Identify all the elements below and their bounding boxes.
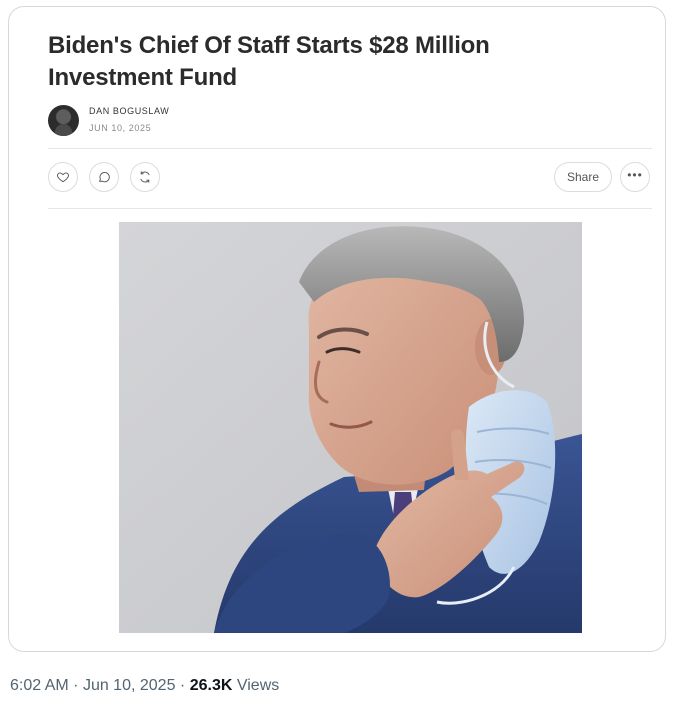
views-count[interactable]: 26.3K bbox=[190, 677, 233, 694]
post-date[interactable]: Jun 10, 2025 bbox=[83, 677, 176, 694]
byline-text: DAN BOGUSLAW JUN 10, 2025 bbox=[89, 105, 169, 135]
publish-date: JUN 10, 2025 bbox=[89, 123, 152, 133]
author-name[interactable]: DAN BOGUSLAW bbox=[89, 105, 169, 118]
author-avatar[interactable] bbox=[48, 104, 79, 136]
share-button[interactable]: Share bbox=[554, 162, 612, 192]
article-photo[interactable] bbox=[119, 222, 582, 633]
top-divider bbox=[48, 148, 652, 149]
comment-icon bbox=[99, 172, 110, 183]
post-time[interactable]: 6:02 AM bbox=[10, 677, 69, 694]
bottom-divider bbox=[48, 208, 652, 209]
article-card[interactable]: Biden's Chief Of Staff Starts $28 Millio… bbox=[8, 6, 666, 652]
share-label: Share bbox=[566, 170, 600, 184]
portrait-illustration bbox=[119, 222, 582, 633]
views-label: Views bbox=[236, 677, 280, 694]
heart-icon bbox=[57, 172, 69, 183]
byline: DAN BOGUSLAW JUN 10, 2025 bbox=[48, 103, 169, 137]
like-button[interactable] bbox=[48, 162, 78, 192]
tweet-meta: 6:02 AM · Jun 10, 2025 · 26.3K Views bbox=[10, 675, 279, 697]
refresh-icon bbox=[140, 171, 150, 183]
more-options-button[interactable]: ••• bbox=[620, 162, 650, 192]
restack-button[interactable] bbox=[130, 162, 160, 192]
comment-button[interactable] bbox=[89, 162, 119, 192]
article-title[interactable]: Biden's Chief Of Staff Starts $28 Millio… bbox=[48, 30, 608, 94]
meta-separator: · bbox=[73, 677, 79, 694]
more-dots-icon: ••• bbox=[627, 168, 643, 182]
meta-separator: · bbox=[179, 677, 186, 694]
action-bar: Share ••• bbox=[48, 162, 652, 194]
